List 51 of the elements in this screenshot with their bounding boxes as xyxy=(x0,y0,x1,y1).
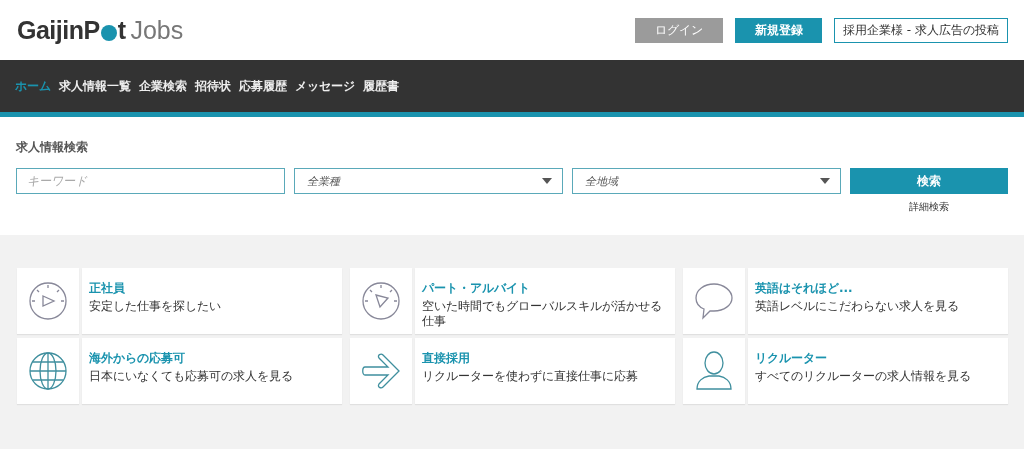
category-card[interactable]: パート・アルバイト 空いた時間でもグローバルスキルが活かせる仕事 xyxy=(415,268,675,334)
category-title: パート・アルバイト xyxy=(422,280,531,297)
category-card[interactable]: 直接採用 リクルーターを使わずに直接仕事に応募 xyxy=(415,338,675,404)
nav-link[interactable]: 履歴書 xyxy=(363,77,399,95)
caret-icon xyxy=(542,178,552,184)
nav-link[interactable]: 応募履歴 xyxy=(239,77,287,95)
nav-link[interactable]: 企業検索 xyxy=(139,77,187,95)
category-description: 空いた時間でもグローバルスキルが活かせる仕事 xyxy=(422,299,663,329)
category-card[interactable]: 正社員 安定した仕事を探したい xyxy=(82,268,342,334)
category-description: 日本にいなくても応募可の求人を見る xyxy=(89,369,294,384)
icon-panel[interactable] xyxy=(17,268,79,334)
category-description: 安定した仕事を探したい xyxy=(89,299,222,314)
dropdown-field[interactable]: 全業種 xyxy=(294,168,563,194)
arrow-icon xyxy=(361,353,401,389)
category-card[interactable]: 英語はそれほど... 英語レベルにこだわらない求人を見る xyxy=(748,268,1008,334)
gauge-icon xyxy=(361,281,401,321)
gauge-icon xyxy=(28,281,68,321)
category-title: 英語はそれほど... xyxy=(755,280,854,297)
category-title: 直接採用 xyxy=(422,350,471,367)
dropdown-field[interactable]: 全地域 xyxy=(572,168,841,194)
nav-link[interactable]: メッセージ xyxy=(295,77,355,95)
advanced-search-link[interactable]: 詳細検索 xyxy=(909,200,949,214)
logo-text: t xyxy=(117,15,126,45)
search-title: 求人情報検索 xyxy=(16,139,89,156)
person-icon xyxy=(695,351,733,391)
icon-panel[interactable] xyxy=(683,268,745,334)
search-button[interactable]: 検索 xyxy=(850,168,1008,194)
logo-text: GaijinP xyxy=(17,15,100,45)
category-title: リクルーター xyxy=(755,350,828,367)
icon-panel[interactable] xyxy=(350,268,412,334)
category-description: リクルーターを使わずに直接仕事に応募 xyxy=(422,369,639,384)
logo-dot-icon xyxy=(100,24,117,41)
category-title: 正社員 xyxy=(89,280,126,297)
icon-panel[interactable] xyxy=(683,338,745,404)
header-button[interactable]: 採用企業様 - 求人広告の投稿 xyxy=(834,17,1008,43)
nav-link[interactable]: 招待状 xyxy=(195,77,231,95)
category-title: 海外からの応募可 xyxy=(89,350,186,367)
caret-icon xyxy=(820,178,830,184)
nav-link[interactable]: ホーム xyxy=(15,77,51,95)
icon-panel[interactable] xyxy=(350,338,412,404)
speech-bubble-icon xyxy=(694,282,734,320)
header-button[interactable]: 新規登録 xyxy=(735,17,823,43)
logo-suffix: Jobs xyxy=(130,15,184,45)
globe-icon xyxy=(28,351,68,391)
keyword-field[interactable]: キーワード xyxy=(16,168,285,194)
category-description: すべてのリクルーターの求人情報を見る xyxy=(755,369,972,384)
category-card[interactable]: 海外からの応募可 日本にいなくても応募可の求人を見る xyxy=(82,338,342,404)
icon-panel[interactable] xyxy=(17,338,79,404)
nav-link[interactable]: 求人情報一覧 xyxy=(59,77,131,95)
category-description: 英語レベルにこだわらない求人を見る xyxy=(755,299,960,314)
category-card[interactable]: リクルーター すべてのリクルーターの求人情報を見る xyxy=(748,338,1008,404)
